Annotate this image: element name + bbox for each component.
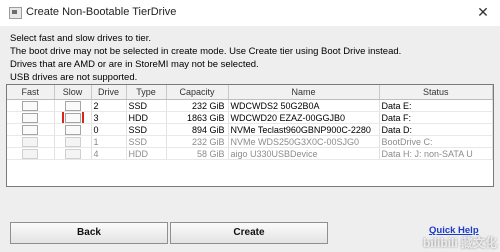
name-cell: NVMe WDS250G3X0C-00SJG0 (228, 135, 380, 148)
fast-checkbox[interactable] (22, 124, 39, 135)
capacity-cell: 1863 GiB (166, 111, 229, 124)
column-header-fast[interactable]: Fast (7, 85, 55, 100)
slow-checkbox[interactable] (64, 124, 81, 135)
fast-checkbox[interactable] (22, 100, 39, 111)
capacity-cell: 232 GiB (166, 135, 229, 148)
close-icon[interactable]: ✕ (474, 4, 492, 22)
table-row[interactable]: 0 SSD 894 GiB NVMe Teclast960GBNP900C-22… (7, 123, 493, 136)
instruction-line: Select fast and slow drives to tier. (10, 33, 151, 44)
drive-cell: 1 (91, 135, 127, 148)
app-icon (9, 7, 22, 19)
create-button[interactable]: Create (170, 222, 328, 244)
watermark-logo: bilibili 藏文化 (423, 236, 497, 250)
column-header-drive[interactable]: Drive (91, 85, 127, 100)
capacity-cell: 232 GiB (166, 99, 229, 112)
name-cell: WDCWD20 EZAZ-00GGJB0 (228, 111, 380, 124)
fast-checkbox[interactable] (22, 112, 39, 123)
type-cell: SSD (126, 135, 167, 148)
slow-checkbox-highlighted[interactable] (61, 111, 84, 123)
drive-table: Fast Slow Drive Type Capacity Name Statu… (6, 84, 494, 187)
status-cell: Data H: J: non-SATA U (379, 147, 493, 160)
drive-cell: 2 (91, 99, 127, 112)
type-cell: HDD (126, 147, 167, 160)
status-cell: Data F: (379, 111, 493, 124)
dialog-content: Select fast and slow drives to tier. The… (0, 26, 500, 252)
instruction-line: USB drives are not supported. (10, 72, 138, 83)
slow-checkbox-disabled (64, 148, 81, 159)
column-header-capacity[interactable]: Capacity (166, 85, 229, 100)
name-cell: NVMe Teclast960GBNP900C-2280 (228, 123, 380, 136)
column-header-name[interactable]: Name (228, 85, 380, 100)
back-button[interactable]: Back (10, 222, 168, 244)
drive-cell: 3 (91, 111, 127, 124)
instruction-line: Drives that are AMD or are in StoreMI ma… (10, 59, 259, 70)
table-row-disabled: 1 SSD 232 GiB NVMe WDS250G3X0C-00SJG0 Bo… (7, 135, 493, 148)
status-cell: Data E: (379, 99, 493, 112)
drive-cell: 0 (91, 123, 127, 136)
column-header-status[interactable]: Status (379, 85, 493, 100)
table-row-disabled: 4 HDD 58 GiB aigo U330USBDevice Data H: … (7, 147, 493, 160)
table-row[interactable]: 3 HDD 1863 GiB WDCWD20 EZAZ-00GGJB0 Data… (7, 111, 493, 124)
instruction-line: The boot drive may not be selected in cr… (10, 46, 402, 57)
fast-checkbox-disabled (22, 148, 39, 159)
table-row[interactable]: 2 SSD 232 GiB WDCWDS2 50G2B0A Data E: (7, 99, 493, 112)
type-cell: HDD (126, 111, 167, 124)
type-cell: SSD (126, 123, 167, 136)
type-cell: SSD (126, 99, 167, 112)
drive-cell: 4 (91, 147, 127, 160)
table-header-row: Fast Slow Drive Type Capacity Name Statu… (7, 85, 493, 100)
slow-checkbox-disabled (64, 136, 81, 147)
column-header-type[interactable]: Type (126, 85, 167, 100)
slow-checkbox[interactable] (64, 100, 81, 111)
capacity-cell: 58 GiB (166, 147, 229, 160)
capacity-cell: 894 GiB (166, 123, 229, 136)
instructions: Select fast and slow drives to tier. The… (10, 32, 490, 84)
status-cell: Data D: (379, 123, 493, 136)
name-cell: WDCWDS2 50G2B0A (228, 99, 380, 112)
name-cell: aigo U330USBDevice (228, 147, 380, 160)
window-title: Create Non-Bootable TierDrive (26, 6, 177, 18)
title-bar: Create Non-Bootable TierDrive ✕ (0, 0, 500, 27)
fast-checkbox-disabled (22, 136, 39, 147)
status-cell: BootDrive C: (379, 135, 493, 148)
column-header-slow[interactable]: Slow (54, 85, 92, 100)
dialog-window: Create Non-Bootable TierDrive ✕ Select f… (0, 0, 500, 252)
